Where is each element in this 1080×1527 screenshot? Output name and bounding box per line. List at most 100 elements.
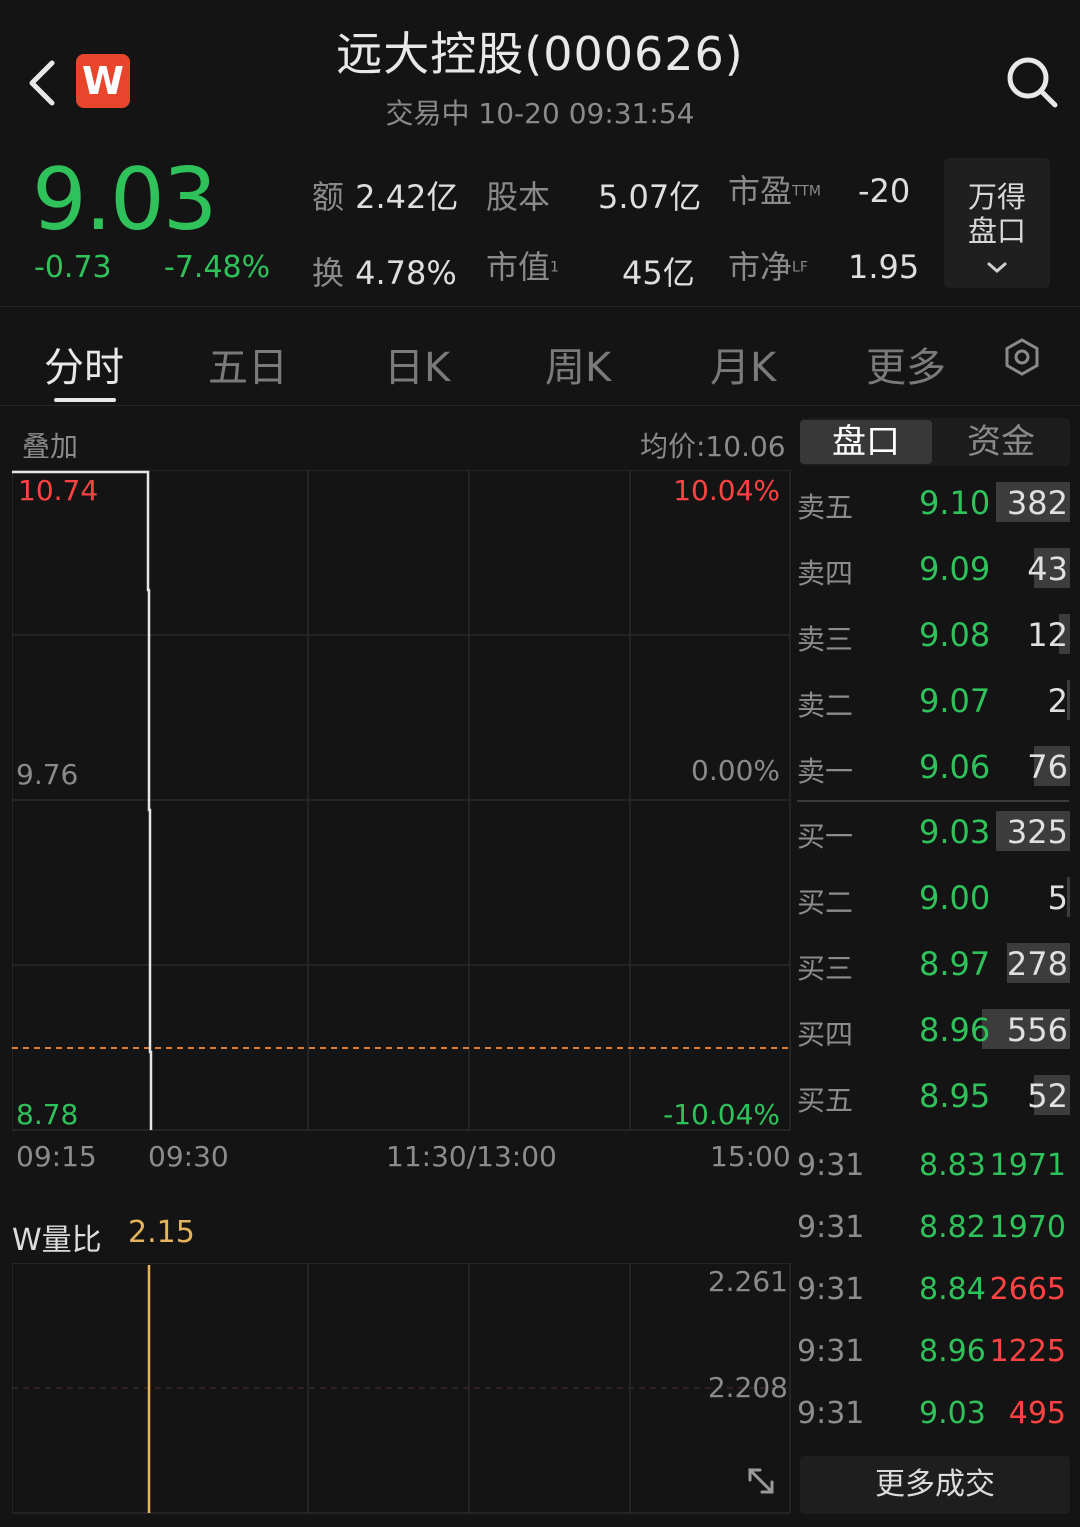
trade-time: 9:31 xyxy=(797,1148,865,1183)
volume-y-high: 2.261 xyxy=(708,1265,788,1298)
ask-volume: 2 xyxy=(1047,682,1068,720)
pct-label-high: 10.04% xyxy=(673,474,780,507)
ask-level-label: 卖二 xyxy=(797,689,854,722)
trade-vol: 495 xyxy=(1008,1396,1066,1431)
price-change-pct: -7.48% xyxy=(164,250,271,285)
trade-price: 8.82 xyxy=(919,1210,986,1245)
stat-capital-label: 股本 xyxy=(486,178,551,216)
stat-pe-value: -20 xyxy=(858,172,911,210)
ask-level-label: 卖四 xyxy=(797,557,854,590)
ask-level-label: 卖一 xyxy=(797,755,854,788)
trade-price: 8.84 xyxy=(919,1272,986,1307)
x-label-close: 15:00 xyxy=(710,1140,791,1173)
chevron-down-icon xyxy=(987,262,1007,273)
trade-row[interactable]: 9:31 8.82 1970 xyxy=(797,1204,1072,1254)
wind-orderbook-button[interactable]: 万得 盘口 xyxy=(944,158,1050,288)
tab-indicator xyxy=(54,398,116,402)
tab-more[interactable]: 更多 xyxy=(866,335,946,393)
ask-row[interactable]: 卖一 9.06 76 xyxy=(797,742,1072,792)
average-price: 均价:10.06 xyxy=(640,430,786,463)
bid-level-label: 买五 xyxy=(797,1084,854,1117)
trade-row[interactable]: 9:31 8.84 2665 xyxy=(797,1266,1072,1316)
tab-five-day[interactable]: 五日 xyxy=(208,335,288,393)
trade-price: 9.03 xyxy=(919,1396,986,1431)
more-trades-button[interactable]: 更多成交 xyxy=(800,1456,1070,1514)
trade-time: 9:31 xyxy=(797,1396,865,1431)
trade-price: 8.96 xyxy=(919,1334,986,1369)
ask-level-label: 卖三 xyxy=(797,623,854,656)
ask-price: 9.09 xyxy=(919,550,991,588)
chart-tabs: 分时 五日 日K 周K 月K 更多 xyxy=(0,306,1080,406)
ask-row[interactable]: 卖三 9.08 12 xyxy=(797,610,1072,660)
trade-vol: 1225 xyxy=(989,1334,1066,1369)
ask-level-label: 卖五 xyxy=(797,491,854,524)
bid-volume: 278 xyxy=(1006,945,1068,983)
last-price: 9.03 xyxy=(32,150,217,250)
bid-row[interactable]: 买五 8.95 52 xyxy=(797,1071,1072,1121)
stat-mktcap-label: 市值1 xyxy=(486,248,559,286)
settings-icon[interactable] xyxy=(1002,337,1042,377)
search-icon[interactable] xyxy=(1004,54,1060,110)
bid-level-label: 买一 xyxy=(797,820,854,853)
bid-volume: 52 xyxy=(1027,1077,1068,1115)
ask-volume: 76 xyxy=(1027,748,1068,786)
ask-price: 9.08 xyxy=(919,616,991,654)
bid-volume: 5 xyxy=(1047,879,1068,917)
bid-price: 8.95 xyxy=(919,1077,991,1115)
x-label-0930: 09:30 xyxy=(148,1140,229,1173)
trade-row[interactable]: 9:31 8.83 1971 xyxy=(797,1142,1072,1192)
bid-row[interactable]: 买二 9.00 5 xyxy=(797,873,1072,923)
trade-time: 9:31 xyxy=(797,1334,865,1369)
ask-volume: 12 xyxy=(1027,616,1068,654)
bid-row[interactable]: 买四 8.96 556 xyxy=(797,1005,1072,1055)
bid-price: 9.00 xyxy=(919,879,991,917)
bid-volume: 556 xyxy=(1006,1011,1068,1049)
y-label-mid: 9.76 xyxy=(16,758,78,791)
bid-price: 8.96 xyxy=(919,1011,991,1049)
bid-level-label: 买三 xyxy=(797,952,854,985)
stat-amount: 额 2.42亿 xyxy=(312,178,459,216)
volume-ratio-value: 2.15 xyxy=(128,1215,195,1250)
y-label-high: 10.74 xyxy=(18,474,98,507)
pct-label-low: -10.04% xyxy=(663,1098,780,1131)
price-change: -0.73 xyxy=(34,250,112,285)
ask-row[interactable]: 卖二 9.07 2 xyxy=(797,676,1072,726)
bid-level-label: 买四 xyxy=(797,1018,854,1051)
trade-price: 8.83 xyxy=(919,1148,986,1183)
ask-row[interactable]: 卖四 9.09 43 xyxy=(797,544,1072,594)
ask-price: 9.06 xyxy=(919,748,991,786)
ask-row[interactable]: 卖五 9.10 382 xyxy=(797,478,1072,528)
stat-turnover: 换 4.78% xyxy=(312,254,457,292)
trade-vol: 1970 xyxy=(989,1210,1066,1245)
ask-volume: 43 xyxy=(1027,550,1068,588)
trade-time: 9:31 xyxy=(797,1272,865,1307)
trade-row[interactable]: 9:31 9.03 495 xyxy=(797,1390,1072,1440)
tab-orderbook[interactable]: 盘口 xyxy=(800,420,932,464)
trade-vol: 1971 xyxy=(989,1148,1066,1183)
volume-y-low: 2.208 xyxy=(708,1371,788,1404)
bid-row[interactable]: 买三 8.97 278 xyxy=(797,939,1072,989)
tab-monthly-k[interactable]: 月K xyxy=(710,335,776,393)
volume-ratio-label[interactable]: W量比 xyxy=(12,1215,102,1259)
expand-icon[interactable] xyxy=(742,1462,780,1500)
x-label-noon: 11:30/13:00 xyxy=(386,1140,557,1173)
trade-row[interactable]: 9:31 8.96 1225 xyxy=(797,1328,1072,1378)
overlay-button[interactable]: 叠加 xyxy=(22,425,78,465)
intraday-chart[interactable]: 10.74 9.76 8.78 10.04% 0.00% -10.04% xyxy=(12,470,792,1132)
bid-price: 8.97 xyxy=(919,945,991,983)
trade-status: 交易中 10-20 09:31:54 xyxy=(385,97,695,130)
tab-daily-k[interactable]: 日K xyxy=(384,335,450,393)
y-label-low: 8.78 xyxy=(16,1098,78,1131)
ask-volume: 382 xyxy=(1006,484,1068,522)
tab-intraday[interactable]: 分时 xyxy=(44,335,124,393)
stock-title: 远大控股(000626) xyxy=(336,27,744,81)
tab-weekly-k[interactable]: 周K xyxy=(545,335,611,393)
tab-capital[interactable]: 资金 xyxy=(932,420,1070,464)
volume-ratio-chart[interactable]: 2.261 2.208 xyxy=(12,1263,792,1515)
trade-vol: 2665 xyxy=(989,1272,1066,1307)
pct-label-mid: 0.00% xyxy=(691,754,780,787)
stat-pb-value: 1.95 xyxy=(848,248,920,286)
stat-capital-value: 5.07亿 xyxy=(598,178,702,216)
stat-mktcap-value: 45亿 xyxy=(622,254,695,292)
bid-row[interactable]: 买一 9.03 325 xyxy=(797,807,1072,857)
